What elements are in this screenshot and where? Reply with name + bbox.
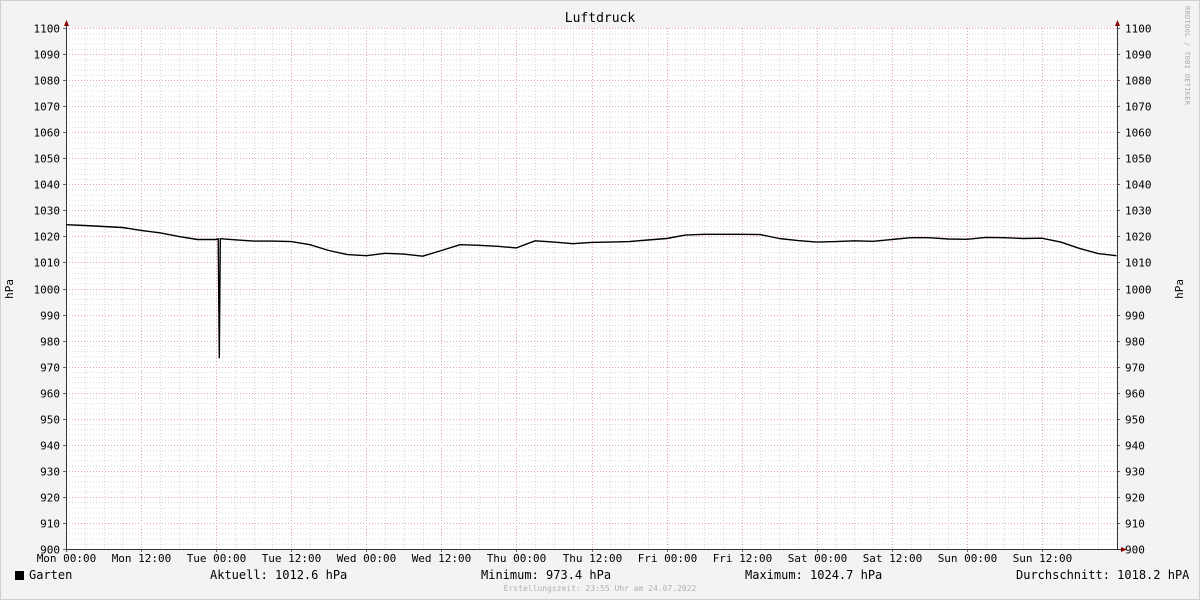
legend-swatch bbox=[15, 571, 24, 580]
y-tick-label: 940 bbox=[40, 440, 60, 453]
y-tick-label: 1100 bbox=[34, 23, 61, 36]
y-tick-label-right: 1070 bbox=[1125, 101, 1152, 114]
y-tick-label: 1010 bbox=[34, 257, 61, 270]
y-tick-label-right: 960 bbox=[1125, 388, 1145, 401]
creation-time-footer: Erstellungszeit: 23:55 Uhr am 24.07.2022 bbox=[503, 584, 697, 593]
y-tick-label-right: 1020 bbox=[1125, 231, 1152, 244]
x-tick-label: Fri 00:00 bbox=[638, 552, 698, 565]
y-axis-arrow-left bbox=[64, 20, 69, 26]
x-tick-label: Sun 00:00 bbox=[938, 552, 998, 565]
x-tick-label: Mon 00:00 bbox=[37, 552, 97, 565]
y-tick-label: 990 bbox=[40, 310, 60, 323]
y-tick-label: 1090 bbox=[34, 49, 61, 62]
y-tick-label: 1080 bbox=[34, 75, 61, 88]
y-tick-label-right: 1010 bbox=[1125, 257, 1152, 270]
y-tick-label: 920 bbox=[40, 492, 60, 505]
y-tick-label: 910 bbox=[40, 518, 60, 531]
chart-canvas: 900 900910 910920 920930 930940 940950 950960 9… bbox=[34, 20, 1152, 565]
y-tick-label-right: 1040 bbox=[1125, 179, 1152, 192]
legend-item-garten: Garten bbox=[15, 568, 72, 582]
x-tick-label: Wed 12:00 bbox=[412, 552, 472, 565]
x-tick-label: Tue 00:00 bbox=[187, 552, 247, 565]
y-tick-label-right: 910 bbox=[1125, 518, 1145, 531]
y-tick-label: 1060 bbox=[34, 127, 61, 140]
x-tick-label: Sat 12:00 bbox=[863, 552, 923, 565]
y-tick-label-right: 1030 bbox=[1125, 205, 1152, 218]
y-tick-label-right: 1080 bbox=[1125, 75, 1152, 88]
y-tick-label: 1000 bbox=[34, 284, 61, 297]
x-tick-label: Mon 12:00 bbox=[112, 552, 172, 565]
x-tick-label: Thu 00:00 bbox=[487, 552, 547, 565]
x-tick-label: Wed 00:00 bbox=[337, 552, 397, 565]
y-tick-label: 930 bbox=[40, 466, 60, 479]
y-tick-label: 970 bbox=[40, 362, 60, 375]
x-tick-label: Fri 12:00 bbox=[713, 552, 773, 565]
y-tick-label-right: 970 bbox=[1125, 362, 1145, 375]
x-tick-label: Sat 00:00 bbox=[788, 552, 848, 565]
y-tick-label: 1050 bbox=[34, 153, 61, 166]
y-axis-label-right: hPa bbox=[1173, 279, 1186, 299]
y-tick-label-right: 1000 bbox=[1125, 284, 1152, 297]
y-tick-label-right: 900 bbox=[1125, 544, 1145, 557]
y-axis-arrow-right bbox=[1115, 20, 1120, 26]
y-tick-label-right: 950 bbox=[1125, 414, 1145, 427]
y-tick-label: 1070 bbox=[34, 101, 61, 114]
y-axis-label-left: hPa bbox=[3, 279, 16, 299]
y-tick-label: 1040 bbox=[34, 179, 61, 192]
y-tick-label: 950 bbox=[40, 414, 60, 427]
y-tick-label-right: 1050 bbox=[1125, 153, 1152, 166]
y-tick-label: 1030 bbox=[34, 205, 61, 218]
y-tick-label: 980 bbox=[40, 336, 60, 349]
legend-series-label: Garten bbox=[29, 568, 73, 582]
legend-average: Durchschnitt: 1018.2 hPA bbox=[1016, 568, 1190, 582]
y-tick-label-right: 1100 bbox=[1125, 23, 1152, 36]
x-tick-label: Thu 12:00 bbox=[563, 552, 623, 565]
y-tick-label-right: 990 bbox=[1125, 310, 1145, 323]
x-tick-label: Tue 12:00 bbox=[262, 552, 322, 565]
y-tick-label-right: 1060 bbox=[1125, 127, 1152, 140]
legend-current: Aktuell: 1012.6 hPa bbox=[210, 568, 348, 582]
y-tick-label-right: 980 bbox=[1125, 336, 1145, 349]
legend-minimum: Minimum: 973.4 hPa bbox=[481, 568, 612, 582]
y-tick-label: 1020 bbox=[34, 231, 61, 244]
x-tick-label: Sun 12:00 bbox=[1013, 552, 1073, 565]
legend-maximum: Maximum: 1024.7 hPa bbox=[745, 568, 883, 582]
y-tick-label-right: 1090 bbox=[1125, 49, 1152, 62]
y-tick-label-right: 930 bbox=[1125, 466, 1145, 479]
y-tick-label: 960 bbox=[40, 388, 60, 401]
y-tick-label-right: 920 bbox=[1125, 492, 1145, 505]
y-tick-label-right: 940 bbox=[1125, 440, 1145, 453]
